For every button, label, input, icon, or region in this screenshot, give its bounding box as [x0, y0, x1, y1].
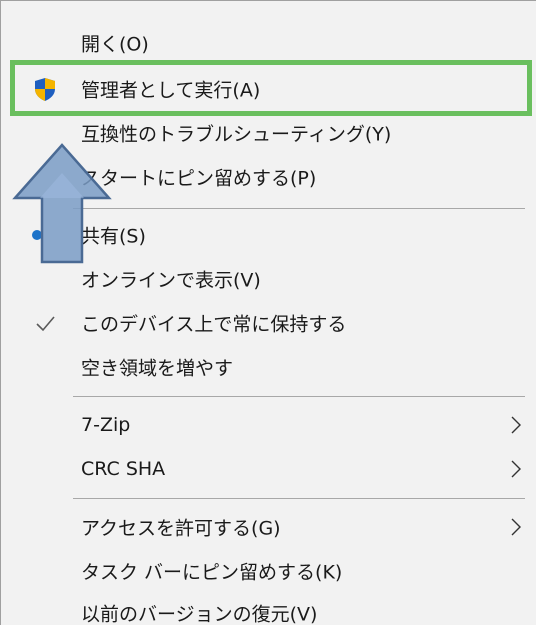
menu-item-label: CRC SHA: [81, 458, 166, 480]
menu-item-label: 共有(S): [81, 225, 146, 248]
menu-item-label: スタートにピン留めする(P): [81, 167, 317, 190]
menu-item-view-online[interactable]: オンラインで表示(V): [1, 257, 536, 301]
menu-item-pin-to-taskbar[interactable]: タスク バーにピン留めする(K): [1, 549, 536, 593]
uac-shield-icon: [32, 76, 58, 102]
menu-item-pin-to-start[interactable]: スタートにピン留めする(P): [1, 155, 536, 199]
share-icon: [31, 222, 42, 248]
menu-item-label: 互換性のトラブルシューティング(Y): [81, 123, 392, 146]
menu-item-restore-previous[interactable]: 以前のバージョンの復元(V): [1, 591, 536, 635]
menu-item-give-access[interactable]: アクセスを許可する(G): [1, 505, 536, 549]
menu-item-open[interactable]: 開く(O): [1, 21, 536, 65]
menu-item-label: 管理者として実行(A): [81, 79, 261, 102]
menu-item-troubleshoot-compat[interactable]: 互換性のトラブルシューティング(Y): [1, 111, 536, 155]
chevron-right-icon: [509, 414, 523, 436]
menu-separator: [73, 498, 525, 499]
menu-item-free-up-space[interactable]: 空き領域を増やす: [1, 345, 536, 389]
menu-item-label: 空き領域を増やす: [81, 357, 234, 380]
menu-item-always-keep[interactable]: このデバイス上で常に保持する: [1, 301, 536, 345]
chevron-right-icon: [509, 516, 523, 538]
menu-item-label: アクセスを許可する(G): [81, 517, 281, 540]
menu-item-7zip[interactable]: 7-Zip: [1, 403, 536, 447]
checkmark-icon: [32, 310, 58, 336]
menu-item-label: タスク バーにピン留めする(K): [81, 561, 343, 584]
menu-item-label: オンラインで表示(V): [81, 269, 261, 292]
chevron-right-icon: [509, 458, 523, 480]
menu-item-run-as-admin[interactable]: 管理者として実行(A): [1, 67, 536, 111]
menu-item-crc-sha[interactable]: CRC SHA: [1, 447, 536, 491]
menu-item-label: 以前のバージョンの復元(V): [81, 603, 318, 626]
menu-item-label: 開く(O): [81, 33, 149, 56]
menu-separator: [73, 396, 525, 397]
menu-item-label: このデバイス上で常に保持する: [81, 313, 347, 336]
context-menu: 開く(O) 管理者として実行(A) 互換性のトラブルシューティング(Y) スター…: [0, 0, 536, 626]
menu-separator: [73, 208, 525, 209]
menu-item-share[interactable]: 共有(S): [1, 213, 536, 257]
menu-item-label: 7-Zip: [81, 414, 131, 436]
